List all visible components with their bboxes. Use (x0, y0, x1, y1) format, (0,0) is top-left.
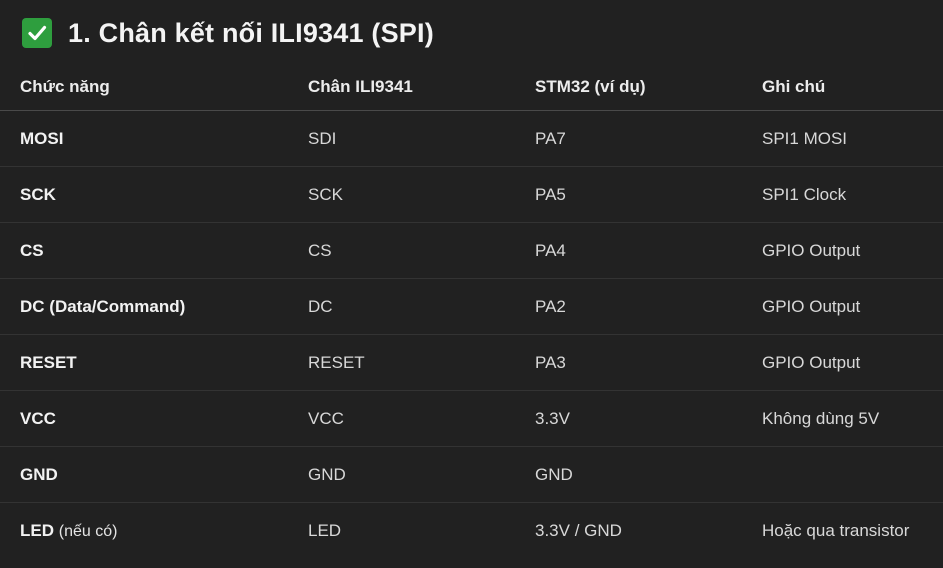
table-row: CS CS PA4 GPIO Output (0, 222, 943, 279)
column-header-function: Chức năng (0, 63, 308, 111)
cell-function: MOSI (0, 110, 308, 167)
cell-stm32-pin: 3.3V / GND (535, 520, 622, 540)
column-header-ili9341-pin: Chân ILI9341 (308, 63, 535, 111)
cell-ili9341-pin: DC (308, 278, 535, 335)
cell-stm32-pin: GND (535, 446, 762, 503)
check-mark-icon (22, 18, 52, 48)
cell-function: LED (nếu có) (0, 503, 308, 559)
cell-note: GPIO Output (762, 278, 943, 335)
function-label: LED (20, 520, 54, 540)
function-label: SCK (20, 184, 56, 204)
table-body: MOSI SDI PA7 SPI1 MOSI SCK SCK PA5 SPI1 Clock CS… (0, 110, 943, 559)
cell-note: GPIO Output (762, 222, 943, 279)
cell-note: SPI1 MOSI (762, 110, 943, 167)
function-note: (nếu có) (58, 522, 118, 540)
cell-stm32-pin: PA3 (535, 334, 762, 391)
cell-ili9341-pin: RESET (308, 334, 535, 391)
function-label: GND (20, 464, 58, 484)
table-row: LED (nếu có) LED 3.3V / GND Hoặc qua transi… (0, 503, 943, 559)
column-header-note: Ghi chú (762, 63, 943, 111)
table-row: VCC VCC 3.3V Không dùng 5V (0, 390, 943, 447)
cell-note: Không dùng 5V (762, 390, 943, 447)
table-row: DC (Data/Command) DC PA2 GPIO Output (0, 278, 943, 335)
cell-note (762, 446, 943, 503)
table-row: GND GND GND (0, 446, 943, 503)
cell-function: SCK (0, 166, 308, 223)
cell-ili9341-pin: VCC (308, 390, 535, 447)
pin-connection-table: Chức năng Chân ILI9341 STM32 (ví dụ) Ghi… (0, 63, 943, 558)
heading-title: 1. Chân kết nối ILI9341 (SPI) (68, 17, 434, 48)
function-label: DC (Data/Command) (20, 296, 186, 316)
function-label: RESET (20, 352, 77, 372)
function-label: MOSI (20, 128, 64, 148)
cell-stm32-pin: 3.3V (535, 390, 762, 447)
cell-note: Hoặc qua transistor (762, 520, 910, 540)
cell-ili9341-pin: LED (308, 520, 342, 540)
section-heading: 1. Chân kết nối ILI9341 (SPI) (22, 14, 434, 52)
table-row: RESET RESET PA3 GPIO Output (0, 334, 943, 391)
cell-stm32-pin: PA4 (535, 222, 762, 279)
cell-function: GND (0, 446, 308, 503)
cell-stm32-pin: PA7 (535, 110, 762, 167)
cell-function: RESET (0, 334, 308, 391)
table-header-row: Chức năng Chân ILI9341 STM32 (ví dụ) Ghi… (0, 63, 943, 111)
cell-ili9341-pin: SCK (308, 166, 535, 223)
cell-note: SPI1 Clock (762, 166, 943, 223)
cell-ili9341-pin: SDI (308, 110, 535, 167)
cell-ili9341-pin: CS (308, 222, 535, 279)
column-header-stm32: STM32 (ví dụ) (535, 63, 762, 111)
table-row: SCK SCK PA5 SPI1 Clock (0, 166, 943, 223)
function-label: VCC (20, 408, 56, 428)
table-row: MOSI SDI PA7 SPI1 MOSI (0, 110, 943, 167)
cell-ili9341-pin: GND (308, 446, 535, 503)
cell-stm32-pin: PA5 (535, 166, 762, 223)
cell-function: DC (Data/Command) (0, 278, 308, 335)
cell-stm32-pin: PA2 (535, 278, 762, 335)
cell-function: VCC (0, 390, 308, 447)
function-label: CS (20, 240, 44, 260)
cell-function: CS (0, 222, 308, 279)
cell-note: GPIO Output (762, 334, 943, 391)
